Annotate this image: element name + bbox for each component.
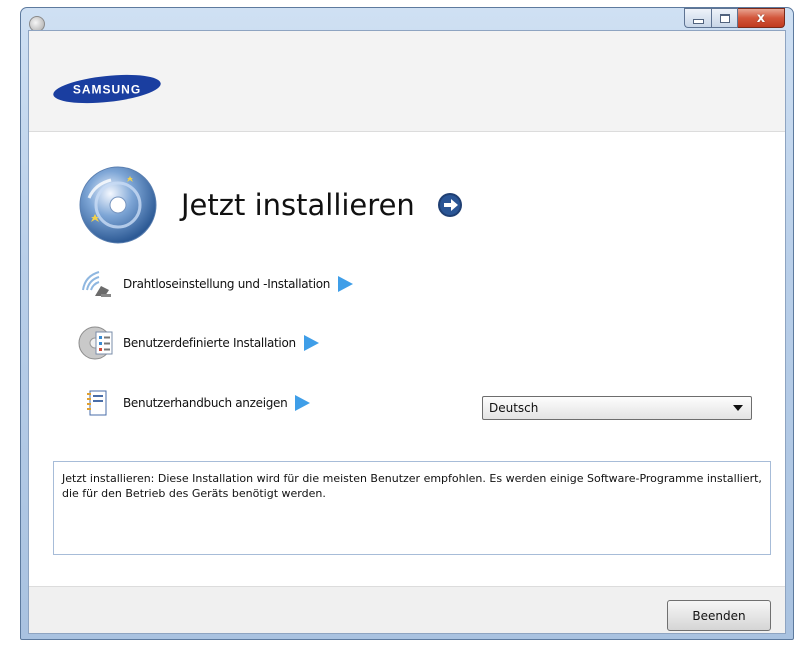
description-box: Jetzt installieren: Diese Installation w… <box>53 461 771 555</box>
maximize-icon <box>719 13 730 23</box>
option-wireless-setup[interactable]: Drahtloseinstellung und -Installation <box>77 264 354 304</box>
option-label: Benutzerdefinierte Installation <box>123 336 296 350</box>
chevron-down-icon <box>733 405 743 411</box>
minimize-button[interactable] <box>684 8 711 28</box>
samsung-logo: SAMSUNG <box>53 74 161 104</box>
install-disc-icon <box>79 166 157 244</box>
client-area: SAMSUNG Jetzt installieren Drahtloseinst… <box>28 30 786 634</box>
custom-install-cd-icon <box>77 323 117 363</box>
option-label: Benutzerhandbuch anzeigen <box>123 396 288 410</box>
close-button[interactable]: x <box>738 8 785 28</box>
play-arrow-icon <box>338 276 354 292</box>
finish-button[interactable]: Beenden <box>667 600 771 631</box>
caption-buttons: x <box>684 8 785 30</box>
option-label: Drahtloseinstellung und -Installation <box>123 277 331 291</box>
language-select[interactable]: Deutsch <box>482 396 752 420</box>
close-icon: x <box>756 10 766 26</box>
brand-text: SAMSUNG <box>73 83 141 97</box>
wireless-satellite-icon <box>77 264 117 304</box>
install-now-title[interactable]: Jetzt installieren <box>181 188 415 222</box>
maximize-button[interactable] <box>711 8 738 28</box>
background-strip <box>0 0 20 648</box>
language-selected-value: Deutsch <box>489 401 539 415</box>
option-user-manual[interactable]: Benutzerhandbuch anzeigen <box>77 383 311 423</box>
main-install-row: Jetzt installieren <box>77 164 463 246</box>
minimize-icon <box>692 18 704 24</box>
play-arrow-icon <box>303 335 319 351</box>
description-text: Jetzt installieren: Diese Installation w… <box>62 472 762 500</box>
header-bar: SAMSUNG <box>29 31 785 132</box>
play-arrow-icon <box>295 395 311 411</box>
arrow-right-circle-icon[interactable] <box>437 192 463 218</box>
footer-bar: Beenden <box>29 586 785 633</box>
user-manual-book-icon <box>77 383 117 423</box>
option-custom-install[interactable]: Benutzerdefinierte Installation <box>77 323 319 363</box>
